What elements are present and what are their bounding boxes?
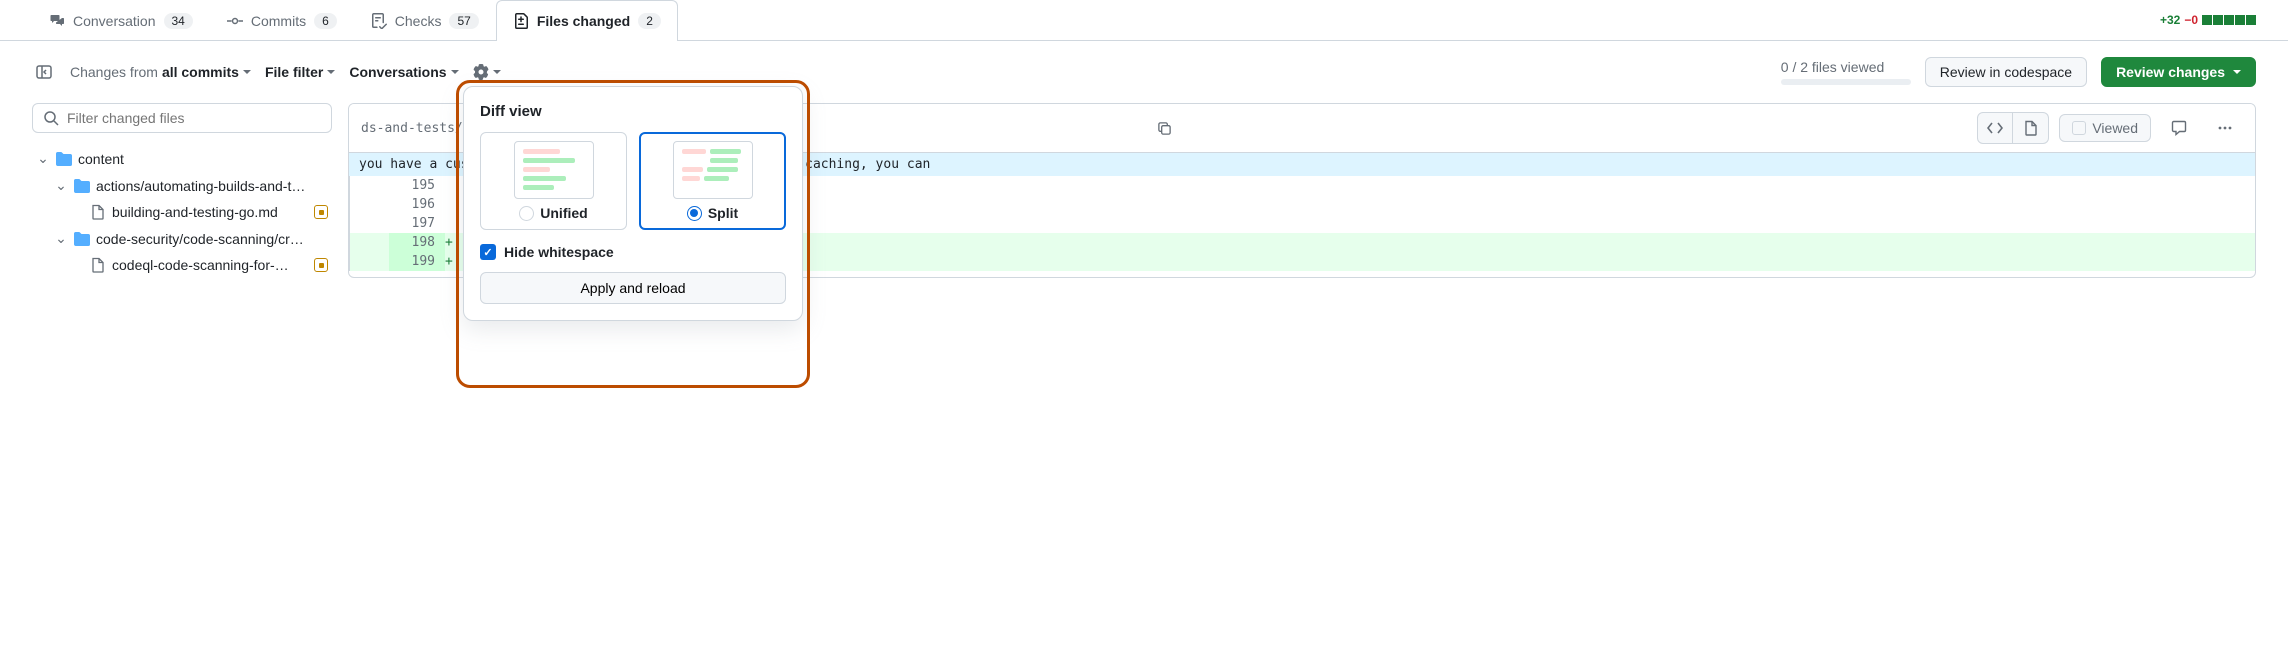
search-icon <box>43 110 59 126</box>
tab-count: 57 <box>449 13 478 29</box>
tree-label: codeql-code-scanning-for-… <box>112 257 308 273</box>
tab-files-changed[interactable]: Files changed 2 <box>496 0 678 41</box>
hide-whitespace-checkbox[interactable]: ✓ Hide whitespace <box>480 244 786 260</box>
review-in-codespace-button[interactable]: Review in codespace <box>1925 57 2087 87</box>
tree-label: actions/automating-builds-and-t… <box>96 178 328 194</box>
files-viewed-progress: 0 / 2 files viewed <box>1781 59 1911 85</box>
tree-folder-content[interactable]: ⌄ content <box>32 145 332 172</box>
tab-count: 6 <box>314 13 337 29</box>
tree-folder-actions[interactable]: ⌄ actions/automating-builds-and-t… <box>32 172 332 199</box>
comment-button[interactable] <box>2161 112 2197 144</box>
filter-files-search[interactable] <box>32 103 332 133</box>
chevron-down-icon: ⌄ <box>54 177 68 194</box>
chevron-down-icon <box>327 70 335 74</box>
source-view-button[interactable] <box>1977 112 2013 144</box>
file-filter-dropdown[interactable]: File filter <box>265 64 335 80</box>
tab-checks[interactable]: Checks 57 <box>354 0 496 41</box>
progress-bar <box>1781 79 1911 85</box>
tree-label: building-and-testing-go.md <box>112 204 308 220</box>
split-preview-icon <box>673 141 753 199</box>
diff-view-popover: Diff view Unified <box>463 86 803 321</box>
tab-label: Commits <box>251 13 306 29</box>
viewed-toggle[interactable]: Viewed <box>2059 114 2151 142</box>
deletions-count: −0 <box>2184 13 2198 27</box>
folder-icon <box>74 231 90 247</box>
copy-path-button[interactable] <box>1146 112 1182 144</box>
radio-icon <box>687 206 702 221</box>
diffstat: +32 −0 <box>2160 13 2256 27</box>
file-icon <box>90 257 106 273</box>
copy-icon <box>1157 121 1172 136</box>
modified-badge <box>314 205 328 219</box>
conversations-dropdown[interactable]: Conversations <box>349 64 458 80</box>
review-changes-button[interactable]: Review changes <box>2101 57 2256 87</box>
rendered-view-button[interactable] <box>2013 112 2049 144</box>
tab-conversation[interactable]: Conversation 34 <box>32 0 210 41</box>
tab-label: Files changed <box>537 13 630 29</box>
checkbox-icon <box>2072 121 2086 135</box>
modified-badge <box>314 258 328 272</box>
git-commit-icon <box>227 13 243 29</box>
unified-view-option[interactable]: Unified <box>480 132 627 230</box>
file-icon <box>90 204 106 220</box>
changes-from-dropdown[interactable]: Changes from all commits <box>70 64 251 80</box>
unified-preview-icon <box>514 141 594 199</box>
file-icon <box>2023 120 2039 136</box>
gear-icon <box>473 64 489 80</box>
filter-files-input[interactable] <box>67 110 321 126</box>
comment-icon <box>2171 120 2187 136</box>
chevron-down-icon <box>243 70 251 74</box>
chevron-down-icon <box>2233 70 2241 74</box>
file-diff-icon <box>513 13 529 29</box>
diffstat-blocks <box>2202 15 2256 25</box>
kebab-icon <box>2217 120 2233 136</box>
sidebar-toggle-button[interactable] <box>32 60 56 84</box>
tree-folder-security[interactable]: ⌄ code-security/code-scanning/cr… <box>32 225 332 252</box>
radio-icon <box>519 206 534 221</box>
chevron-down-icon: ⌄ <box>54 230 68 247</box>
sidebar-collapse-icon <box>36 64 52 80</box>
tree-file-codeql[interactable]: codeql-code-scanning-for-… <box>32 252 332 278</box>
chevron-down-icon <box>493 70 501 74</box>
code-icon <box>1987 120 2003 136</box>
chevron-down-icon: ⌄ <box>36 150 50 167</box>
tree-file-building[interactable]: building-and-testing-go.md <box>32 199 332 225</box>
tab-commits[interactable]: Commits 6 <box>210 0 354 41</box>
comment-discussion-icon <box>49 13 65 29</box>
folder-icon <box>74 178 90 194</box>
checklist-icon <box>371 13 387 29</box>
apply-and-reload-button[interactable]: Apply and reload <box>480 272 786 304</box>
tab-count: 2 <box>638 13 661 29</box>
tree-label: content <box>78 151 328 167</box>
folder-icon <box>56 151 72 167</box>
split-view-option[interactable]: Split <box>639 132 786 230</box>
popover-title: Diff view <box>480 103 786 120</box>
additions-count: +32 <box>2160 13 2180 27</box>
tab-label: Conversation <box>73 13 156 29</box>
tab-count: 34 <box>164 13 193 29</box>
tab-label: Checks <box>395 13 442 29</box>
diff-settings-button[interactable] <box>473 64 501 80</box>
checkbox-checked-icon: ✓ <box>480 244 496 260</box>
more-options-button[interactable] <box>2207 112 2243 144</box>
chevron-down-icon <box>451 70 459 74</box>
tree-label: code-security/code-scanning/cr… <box>96 231 328 247</box>
